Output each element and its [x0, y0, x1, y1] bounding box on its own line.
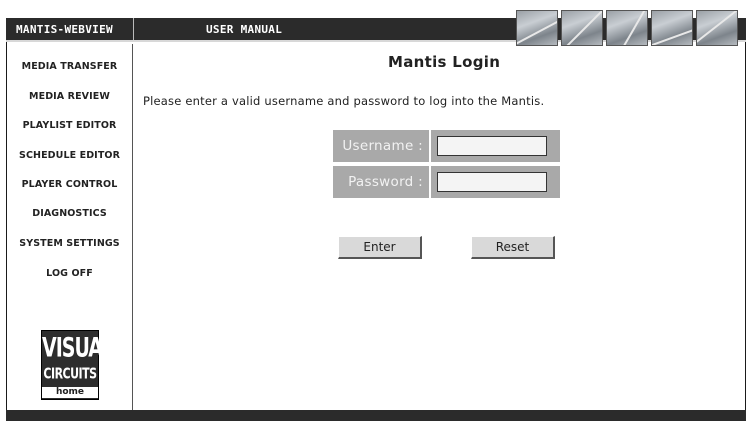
sidebar-item-media-review[interactable]: MEDIA REVIEW: [7, 91, 132, 102]
visual-circuits-logo[interactable]: VISUAL CIRCUITS home: [41, 330, 114, 400]
sidebar-item-log-off[interactable]: LOG OFF: [7, 268, 132, 279]
login-instructions: Please enter a valid username and passwo…: [143, 94, 545, 108]
username-cell: [431, 130, 560, 162]
header-photo: [651, 10, 693, 46]
sidebar-item-playlist-editor[interactable]: PLAYLIST EDITOR: [7, 120, 132, 131]
logo-text-visual: VISUAL: [42, 332, 114, 364]
logo-home-label: home: [42, 387, 98, 398]
header-photo: [696, 10, 738, 46]
brand-title: MANTIS-WEBVIEW: [16, 23, 113, 36]
username-label: Username :: [333, 130, 429, 162]
password-input[interactable]: [437, 172, 547, 192]
sidebar-item-media-transfer[interactable]: MEDIA TRANSFER: [7, 61, 132, 72]
username-input[interactable]: [437, 136, 547, 156]
sidebar-item-player-control[interactable]: PLAYER CONTROL: [7, 179, 132, 190]
sidebar-item-schedule-editor[interactable]: SCHEDULE EDITOR: [7, 150, 132, 161]
header-photo: [606, 10, 648, 46]
password-cell: [431, 166, 560, 198]
page-title: Mantis Login: [388, 53, 501, 71]
header-photo-strip: [516, 10, 740, 46]
header-photo: [516, 10, 558, 46]
logo-text-circuits: CIRCUITS: [43, 364, 97, 383]
user-manual-link[interactable]: USER MANUAL: [206, 23, 282, 36]
footer-bar: [6, 410, 746, 421]
sidebar-item-system-settings[interactable]: SYSTEM SETTINGS: [7, 238, 132, 249]
sidebar-nav: MEDIA TRANSFER MEDIA REVIEW PLAYLIST EDI…: [7, 44, 133, 410]
reset-button[interactable]: Reset: [471, 236, 555, 259]
sidebar-item-diagnostics[interactable]: DIAGNOSTICS: [7, 208, 132, 219]
header-photo: [561, 10, 603, 46]
password-label: Password :: [333, 166, 429, 198]
header-divider: [133, 18, 134, 40]
enter-button[interactable]: Enter: [338, 236, 422, 259]
